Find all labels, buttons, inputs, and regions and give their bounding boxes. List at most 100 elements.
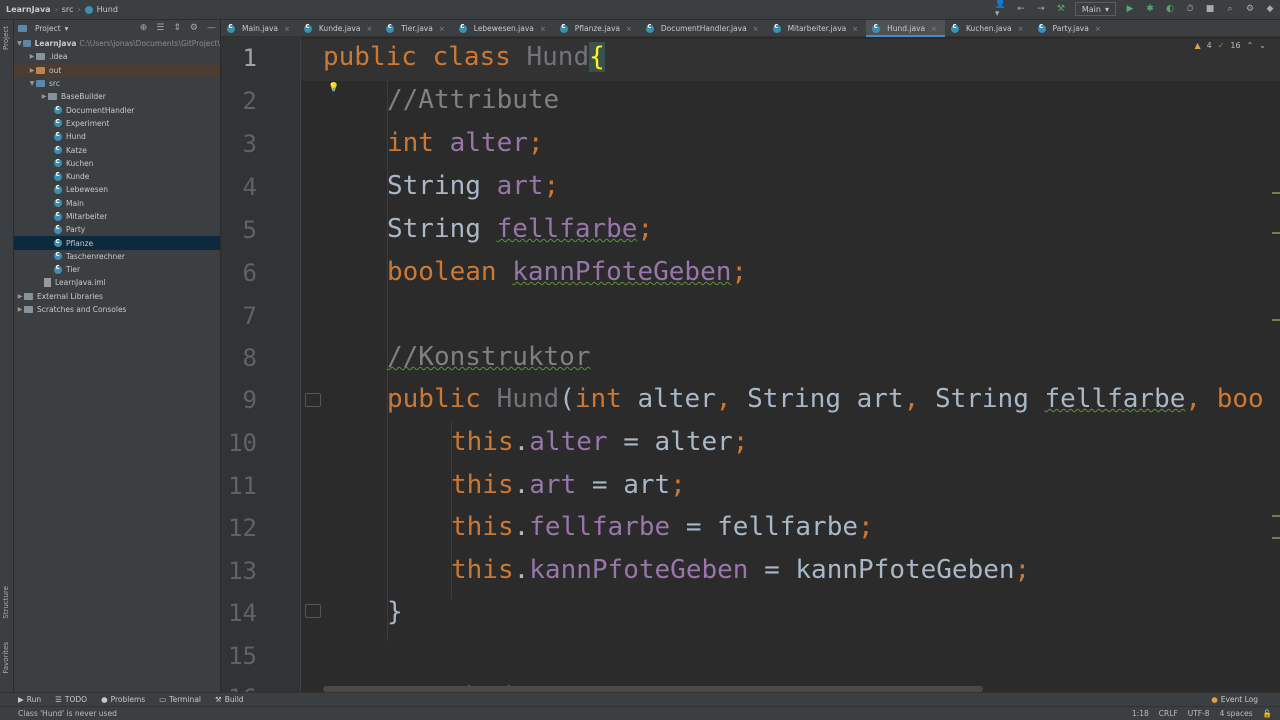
indent-setting[interactable]: 4 spaces xyxy=(1220,709,1253,718)
tree-row-file[interactable]: LearnJava.iml xyxy=(14,276,220,289)
status-message: Class 'Hund' is never used xyxy=(18,709,117,718)
tab-documenthandler[interactable]: DocumentHandler.java × xyxy=(640,20,767,37)
lightbulb-icon[interactable]: 💡 xyxy=(328,83,339,93)
breadcrumb-src[interactable]: src xyxy=(62,5,74,14)
run-configuration-select[interactable]: Main ▾ xyxy=(1074,2,1116,16)
chevron-right-icon[interactable]: ▶ xyxy=(28,53,36,60)
search-icon[interactable]: ⌕ xyxy=(1224,3,1236,15)
profiler-icon[interactable]: ⏱ xyxy=(1184,3,1196,15)
tree-row-class[interactable]: Kuchen xyxy=(14,157,220,170)
chevron-down-icon[interactable]: ▼ xyxy=(16,40,23,47)
stop-icon[interactable]: ■ xyxy=(1204,3,1216,15)
tab-party[interactable]: Party.java × xyxy=(1032,20,1109,37)
tab-tier[interactable]: Tier.java × xyxy=(380,20,452,37)
fold-marker[interactable] xyxy=(305,604,321,618)
tree-row-class[interactable]: Hund xyxy=(14,130,220,143)
problems-tool-button[interactable]: ● Problems xyxy=(101,695,145,704)
chevron-right-icon[interactable]: ▶ xyxy=(16,293,24,300)
comment: //Konstruktor xyxy=(387,342,591,372)
tree-row-class[interactable]: Main xyxy=(14,197,220,210)
tree-row-scratches[interactable]: ▶ Scratches and Consoles xyxy=(14,303,220,316)
close-icon[interactable]: × xyxy=(931,25,937,33)
user-icon[interactable]: 👤▾ xyxy=(995,0,1007,19)
code-editor[interactable]: 1 2 3 4 5 6 7 8 9 10 11 12 13 14 15 16 💡… xyxy=(221,37,1280,692)
collapse-all-icon[interactable]: ☰ xyxy=(156,23,164,33)
chevron-down-icon[interactable]: ▼ xyxy=(28,80,36,87)
tool-window-bar: ▶ Run ☰ TODO ● Problems ▭ Terminal ⚒ Build ● E… xyxy=(0,692,1280,706)
todo-tool-button[interactable]: ☰ TODO xyxy=(55,695,87,704)
close-icon[interactable]: × xyxy=(1018,25,1024,33)
lock-icon[interactable]: 🔓 xyxy=(1263,709,1272,718)
tab-kunde[interactable]: Kunde.java × xyxy=(298,20,380,37)
caret-position[interactable]: 1:18 xyxy=(1132,709,1149,718)
tab-mitarbeiter[interactable]: Mitarbeiter.java × xyxy=(767,20,867,37)
chevron-down-icon[interactable]: ⌄ xyxy=(1259,41,1266,50)
terminal-tool-button[interactable]: ▭ Terminal xyxy=(159,695,201,704)
project-view-select[interactable]: Project xyxy=(35,24,61,33)
tab-kuchen[interactable]: Kuchen.java × xyxy=(945,20,1032,37)
back-icon[interactable]: ← xyxy=(1015,3,1027,15)
locate-icon[interactable]: ⊕ xyxy=(140,23,148,33)
forward-icon[interactable]: → xyxy=(1035,3,1047,15)
project-tool-button[interactable]: Project xyxy=(2,26,10,50)
tree-row-class[interactable]: Kunde xyxy=(14,170,220,183)
close-icon[interactable]: × xyxy=(284,25,290,33)
error-stripe-mark[interactable] xyxy=(1272,192,1280,194)
tree-row-class[interactable]: Taschenrechner xyxy=(14,250,220,263)
inspection-widget[interactable]: ▲ 4 ✓ 16 ⌃ ⌄ xyxy=(1194,41,1266,50)
tree-row-root[interactable]: ▼ LearnJava C:\Users\jonas\Documents\Git… xyxy=(14,37,220,50)
tree-row-src[interactable]: ▼ src xyxy=(14,77,220,90)
hide-icon[interactable]: — xyxy=(207,23,216,33)
tree-row-package[interactable]: ▶ BaseBuilder xyxy=(14,90,220,103)
chevron-right-icon[interactable]: ▶ xyxy=(28,67,36,74)
tree-row-class[interactable]: Party xyxy=(14,223,220,236)
run-tool-button[interactable]: ▶ Run xyxy=(18,695,41,704)
favorites-tool-button[interactable]: Favorites xyxy=(2,642,10,674)
tree-row-class[interactable]: Lebewesen xyxy=(14,183,220,196)
chevron-up-icon[interactable]: ⌃ xyxy=(1247,41,1254,50)
error-stripe-mark[interactable] xyxy=(1272,319,1280,321)
build-tool-button[interactable]: ⚒ Build xyxy=(215,695,244,704)
chevron-right-icon[interactable]: ▶ xyxy=(40,93,48,100)
tree-row-class[interactable]: Mitarbeiter xyxy=(14,210,220,223)
tab-pflanze[interactable]: Pflanze.java × xyxy=(554,20,640,37)
tree-row-class[interactable]: Katze xyxy=(14,143,220,156)
close-icon[interactable]: × xyxy=(540,25,546,33)
file-encoding[interactable]: UTF-8 xyxy=(1188,709,1210,718)
breadcrumb-project[interactable]: LearnJava xyxy=(6,5,51,14)
line-separator[interactable]: CRLF xyxy=(1159,709,1178,718)
debug-icon[interactable]: ✱ xyxy=(1144,3,1156,15)
run-icon[interactable]: ▶ xyxy=(1124,3,1136,15)
tab-lebewesen[interactable]: Lebewesen.java × xyxy=(453,20,554,37)
tree-row-class[interactable]: Experiment xyxy=(14,117,220,130)
error-stripe-mark[interactable] xyxy=(1272,232,1280,234)
breadcrumb-file[interactable]: Hund xyxy=(97,5,118,14)
coverage-icon[interactable]: ◐ xyxy=(1164,3,1176,15)
tree-row-external-libraries[interactable]: ▶ External Libraries xyxy=(14,290,220,303)
fold-marker[interactable] xyxy=(305,393,321,407)
tree-row-idea[interactable]: ▶ .idea xyxy=(14,50,220,63)
error-stripe-mark[interactable] xyxy=(1272,515,1280,517)
close-icon[interactable]: × xyxy=(1095,25,1101,33)
close-icon[interactable]: × xyxy=(439,25,445,33)
ide-logo-icon[interactable]: ◆ xyxy=(1264,3,1276,15)
structure-tool-button[interactable]: Structure xyxy=(2,586,10,619)
event-log-button[interactable]: ● Event Log xyxy=(1211,695,1258,704)
close-icon[interactable]: × xyxy=(852,25,858,33)
tree-row-class[interactable]: Tier xyxy=(14,263,220,276)
close-icon[interactable]: × xyxy=(626,25,632,33)
tree-row-class-selected[interactable]: Pflanze xyxy=(14,236,220,250)
tree-row-out[interactable]: ▶ out xyxy=(14,63,220,77)
tab-main[interactable]: Main.java × xyxy=(221,20,298,37)
close-icon[interactable]: × xyxy=(753,25,759,33)
error-stripe-mark[interactable] xyxy=(1272,537,1280,539)
tree-row-class[interactable]: DocumentHandler xyxy=(14,103,220,116)
close-icon[interactable]: × xyxy=(366,25,372,33)
expand-all-icon[interactable]: ⇕ xyxy=(173,23,181,33)
build-hammer-icon[interactable]: ⚒ xyxy=(1055,3,1067,15)
chevron-down-icon[interactable]: ▾ xyxy=(65,24,69,33)
tab-hund-active[interactable]: Hund.java × xyxy=(866,20,946,37)
gear-icon[interactable]: ⚙ xyxy=(190,23,198,33)
chevron-right-icon[interactable]: ▶ xyxy=(16,306,24,313)
settings-icon[interactable]: ⚙ xyxy=(1244,3,1256,15)
